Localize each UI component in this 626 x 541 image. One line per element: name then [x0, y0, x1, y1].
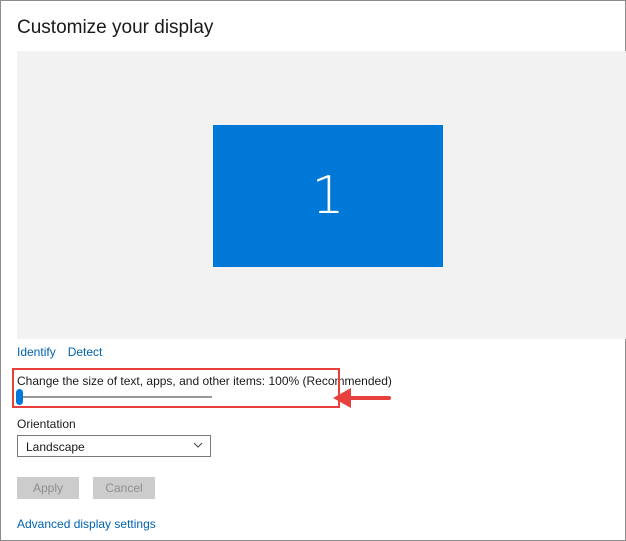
apply-button[interactable]: Apply	[17, 477, 79, 499]
annotation-arrow-icon	[333, 388, 391, 408]
orientation-label: Orientation	[17, 417, 76, 431]
cancel-button[interactable]: Cancel	[93, 477, 155, 499]
display-settings-window: Customize your display 1 Identify Detect …	[0, 0, 626, 541]
advanced-display-settings-link[interactable]: Advanced display settings	[17, 517, 156, 531]
chevron-down-icon	[193, 442, 203, 448]
monitor-1-tile[interactable]: 1	[213, 125, 443, 267]
orientation-dropdown[interactable]: Landscape	[17, 435, 211, 457]
annotation-highlight-box	[12, 368, 340, 408]
display-preview-panel: 1	[17, 51, 626, 339]
page-title: Customize your display	[17, 17, 214, 38]
orientation-selected-value: Landscape	[26, 440, 85, 454]
identify-detect-links: Identify Detect	[17, 345, 102, 359]
detect-link[interactable]: Detect	[68, 345, 103, 359]
identify-link[interactable]: Identify	[17, 345, 56, 359]
